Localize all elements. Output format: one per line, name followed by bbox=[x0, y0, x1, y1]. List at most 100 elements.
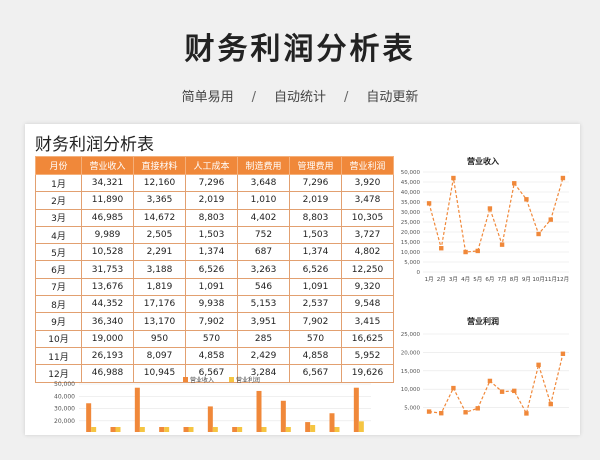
table-cell[interactable]: 2月 bbox=[35, 191, 82, 210]
table-cell[interactable]: 9,320 bbox=[341, 277, 394, 297]
table-cell[interactable]: 4,858 bbox=[185, 346, 238, 366]
table-cell[interactable]: 8,803 bbox=[185, 208, 238, 227]
data-point bbox=[548, 217, 553, 222]
table-cell[interactable]: 13,676 bbox=[81, 277, 134, 297]
table-cell[interactable]: 44,352 bbox=[81, 295, 134, 314]
table-cell[interactable]: 3,188 bbox=[133, 260, 186, 279]
table-cell[interactable]: 4,858 bbox=[289, 346, 342, 366]
table-cell[interactable]: 1,503 bbox=[185, 225, 238, 245]
column-header[interactable]: 营业收入 bbox=[81, 156, 134, 175]
table-cell[interactable]: 10,305 bbox=[341, 208, 394, 227]
table-cell[interactable]: 2,291 bbox=[133, 243, 186, 262]
table-cell[interactable]: 6,526 bbox=[289, 260, 342, 279]
table-cell[interactable]: 7,902 bbox=[185, 312, 238, 331]
table-cell[interactable]: 17,176 bbox=[133, 295, 186, 314]
bar-revenue bbox=[256, 390, 262, 433]
table-cell[interactable]: 2,019 bbox=[185, 191, 238, 210]
table-cell[interactable]: 2,505 bbox=[133, 225, 186, 245]
table-cell[interactable]: 4月 bbox=[35, 225, 82, 245]
table-cell[interactable]: 9,938 bbox=[185, 295, 238, 314]
y-tick-label: 10,000 bbox=[401, 250, 421, 256]
table-cell[interactable]: 7月 bbox=[35, 277, 82, 297]
table-cell[interactable]: 12,160 bbox=[133, 173, 186, 193]
table-cell[interactable]: 19,000 bbox=[81, 329, 134, 348]
table-cell[interactable]: 950 bbox=[133, 329, 186, 348]
table-cell[interactable]: 1,819 bbox=[133, 277, 186, 297]
sheet-title: 财务利润分析表 bbox=[35, 135, 154, 155]
table-cell[interactable]: 1,091 bbox=[289, 277, 342, 297]
table-cell[interactable]: 11,890 bbox=[81, 191, 134, 210]
table-cell[interactable]: 7,902 bbox=[289, 312, 342, 331]
table-cell[interactable]: 570 bbox=[289, 329, 342, 348]
data-point bbox=[426, 409, 432, 414]
chart-title: 营业收入 bbox=[467, 156, 499, 166]
bar-profit bbox=[139, 427, 145, 433]
profit-line-chart: 营业利润 25,000 20,000 15,000 10,000 5,000 bbox=[401, 316, 569, 416]
table-cell[interactable]: 34,321 bbox=[81, 173, 134, 193]
column-header[interactable]: 月份 bbox=[35, 156, 82, 175]
table-cell[interactable]: 3,727 bbox=[341, 225, 394, 245]
table-cell[interactable]: 9,989 bbox=[81, 225, 134, 245]
table-cell[interactable]: 8,097 bbox=[133, 346, 186, 366]
table-cell[interactable]: 1月 bbox=[35, 173, 82, 193]
table-cell[interactable]: 687 bbox=[237, 243, 290, 262]
table-cell[interactable]: 546 bbox=[237, 277, 290, 297]
bar-chart-svg: 营业收入 营业利润 50,000 40,000 30,000 20,000 bbox=[54, 376, 371, 433]
table-cell[interactable]: 6月 bbox=[35, 260, 82, 279]
bar-revenue bbox=[353, 387, 359, 433]
table-cell[interactable]: 46,985 bbox=[81, 208, 134, 227]
column-header[interactable]: 管理费用 bbox=[289, 156, 342, 175]
column-header[interactable]: 营业利润 bbox=[341, 156, 394, 175]
column-header[interactable]: 直接材料 bbox=[133, 156, 186, 175]
table-cell[interactable]: 7,296 bbox=[289, 173, 342, 193]
table-cell[interactable]: 10月 bbox=[35, 329, 82, 348]
table-cell[interactable]: 11月 bbox=[35, 346, 82, 366]
table-cell[interactable]: 2,537 bbox=[289, 295, 342, 314]
table-cell[interactable]: 1,374 bbox=[185, 243, 238, 262]
table-cell[interactable]: 3,648 bbox=[237, 173, 290, 193]
table-cell[interactable]: 3,365 bbox=[133, 191, 186, 210]
table-cell[interactable]: 8,803 bbox=[289, 208, 342, 227]
series-line bbox=[429, 353, 564, 416]
table-cell[interactable]: 2,019 bbox=[289, 191, 342, 210]
table-header-row: 月份 营业收入 直接材料 人工成本 制造费用 管理费用 营业利润 bbox=[35, 156, 394, 175]
table-cell[interactable]: 3,263 bbox=[237, 260, 290, 279]
table-cell[interactable]: 31,753 bbox=[81, 260, 134, 279]
table-cell[interactable]: 1,010 bbox=[237, 191, 290, 210]
table-cell[interactable]: 10,528 bbox=[81, 243, 134, 262]
column-header[interactable]: 制造费用 bbox=[237, 156, 290, 175]
table-cell[interactable]: 6,526 bbox=[185, 260, 238, 279]
column-header[interactable]: 人工成本 bbox=[185, 156, 238, 175]
table-cell[interactable]: 4,402 bbox=[237, 208, 290, 227]
bar-profit bbox=[164, 427, 170, 433]
table-cell[interactable]: 3月 bbox=[35, 208, 82, 227]
table-cell[interactable]: 570 bbox=[185, 329, 238, 348]
table-cell[interactable]: 285 bbox=[237, 329, 290, 348]
table-cell[interactable]: 9月 bbox=[35, 312, 82, 331]
table-cell[interactable]: 8月 bbox=[35, 295, 82, 314]
table-cell[interactable]: 3,478 bbox=[341, 191, 394, 210]
table-cell[interactable]: 13,170 bbox=[133, 312, 186, 331]
table-cell[interactable]: 2,429 bbox=[237, 346, 290, 366]
table-cell[interactable]: 7,296 bbox=[185, 173, 238, 193]
table-cell[interactable]: 12,250 bbox=[341, 260, 394, 279]
bar-profit bbox=[334, 427, 340, 433]
y-tick-label: 30,000 bbox=[401, 210, 421, 216]
y-tick-label: 5,000 bbox=[404, 260, 420, 266]
table-cell[interactable]: 16,625 bbox=[341, 329, 394, 348]
table-cell[interactable]: 36,340 bbox=[81, 312, 134, 331]
table-cell[interactable]: 1,374 bbox=[289, 243, 342, 262]
table-cell[interactable]: 5,952 bbox=[341, 346, 394, 366]
table-cell[interactable]: 3,920 bbox=[341, 173, 394, 193]
table-cell[interactable]: 752 bbox=[237, 225, 290, 245]
table-cell[interactable]: 14,672 bbox=[133, 208, 186, 227]
table-cell[interactable]: 3,415 bbox=[341, 312, 394, 331]
table-cell[interactable]: 5,153 bbox=[237, 295, 290, 314]
table-cell[interactable]: 1,091 bbox=[185, 277, 238, 297]
table-cell[interactable]: 3,951 bbox=[237, 312, 290, 331]
table-cell[interactable]: 9,548 bbox=[341, 295, 394, 314]
table-cell[interactable]: 5月 bbox=[35, 243, 82, 262]
table-cell[interactable]: 26,193 bbox=[81, 346, 134, 366]
table-cell[interactable]: 4,802 bbox=[341, 243, 394, 262]
table-cell[interactable]: 1,503 bbox=[289, 225, 342, 245]
